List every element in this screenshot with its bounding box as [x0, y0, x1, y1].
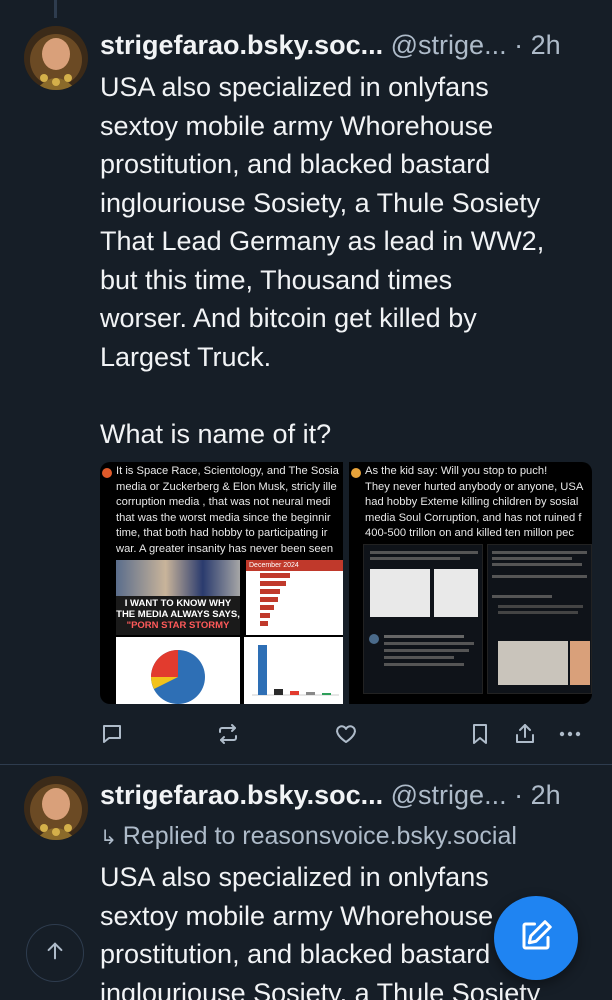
- embed-left-caption: It is Space Race, Scientology, and The S…: [116, 465, 339, 555]
- timestamp[interactable]: 2h: [531, 780, 561, 810]
- separator-dot: ·: [514, 780, 524, 810]
- poster-text: I WANT TO KNOW WHY THE MEDIA ALWAYS SAYS…: [116, 598, 240, 631]
- timestamp[interactable]: 2h: [531, 30, 561, 60]
- poster-image: I WANT TO KNOW WHY THE MEDIA ALWAYS SAYS…: [116, 560, 240, 635]
- scroll-to-top-button[interactable]: [26, 924, 84, 982]
- like-button[interactable]: [330, 718, 362, 750]
- post-header: strigefarao.bsky.soc... @strige... · 2h: [100, 778, 600, 812]
- pie-chart-image: [116, 637, 240, 704]
- heart-icon: [334, 722, 358, 746]
- separator-dot: ·: [514, 30, 524, 60]
- poster-line-1: I WANT TO KNOW WHY: [124, 598, 232, 609]
- embed-right-caption: As the kid say: Will you stop to puch! T…: [365, 465, 584, 539]
- feed: strigefarao.bsky.soc... @strige... · 2h …: [0, 0, 612, 1000]
- more-options-button[interactable]: [554, 718, 586, 750]
- image-embed[interactable]: It is Space Race, Scientology, and The S…: [100, 462, 592, 704]
- replied-to[interactable]: ↳ Replied to reasonsvoice.bsky.social: [100, 820, 517, 854]
- poster-photo: [116, 560, 240, 596]
- post-text: USA also specialized in onlyfans sextoy …: [100, 72, 545, 449]
- embedded-post-screenshot: [363, 544, 483, 694]
- avatar[interactable]: [24, 26, 88, 90]
- reply-button[interactable]: [96, 718, 128, 750]
- embed-image-right[interactable]: As the kid say: Will you stop to puch! T…: [349, 462, 592, 704]
- post-actions: [100, 718, 590, 750]
- bookmark-button[interactable]: [464, 718, 496, 750]
- table-row: [246, 611, 343, 619]
- repost-button[interactable]: [212, 718, 244, 750]
- bar-chart-image: [244, 637, 343, 704]
- table-row: [246, 603, 343, 611]
- embedded-post-screenshot: [487, 544, 592, 694]
- embed-image-left[interactable]: It is Space Race, Scientology, and The S…: [100, 462, 343, 704]
- repost-icon: [216, 722, 240, 746]
- share-button[interactable]: [509, 718, 541, 750]
- arrow-up-icon: [44, 940, 66, 967]
- compose-button[interactable]: [494, 896, 578, 980]
- stats-table-image: December 2024: [246, 560, 343, 635]
- post-divider: [0, 764, 612, 765]
- handle[interactable]: @strige...: [391, 780, 507, 810]
- handle[interactable]: @strige...: [391, 30, 507, 60]
- table-row: [246, 595, 343, 603]
- table-row: [246, 571, 343, 579]
- display-name[interactable]: strigefarao.bsky.soc...: [100, 780, 383, 810]
- thread-connector-line: [54, 0, 57, 18]
- reply-icon: [100, 722, 124, 746]
- avatar[interactable]: [24, 776, 88, 840]
- more-icon: [558, 722, 582, 746]
- post-header: strigefarao.bsky.soc... @strige... · 2h: [100, 28, 600, 62]
- poster-line-2: THE MEDIA ALWAYS SAYS,: [116, 609, 240, 620]
- display-name[interactable]: strigefarao.bsky.soc...: [100, 30, 383, 60]
- bookmark-icon: [468, 722, 492, 746]
- poster-line-3: "PORN STAR STORMY: [126, 620, 230, 631]
- table-row: [246, 619, 343, 627]
- table-row: [246, 587, 343, 595]
- table-title: December 2024: [246, 560, 343, 571]
- replied-to-label: Replied to reasonsvoice.bsky.social: [122, 822, 517, 850]
- compose-icon: [518, 918, 554, 959]
- reply-arrow-icon: ↳: [100, 827, 117, 849]
- table-row: [246, 579, 343, 587]
- share-icon: [513, 722, 537, 746]
